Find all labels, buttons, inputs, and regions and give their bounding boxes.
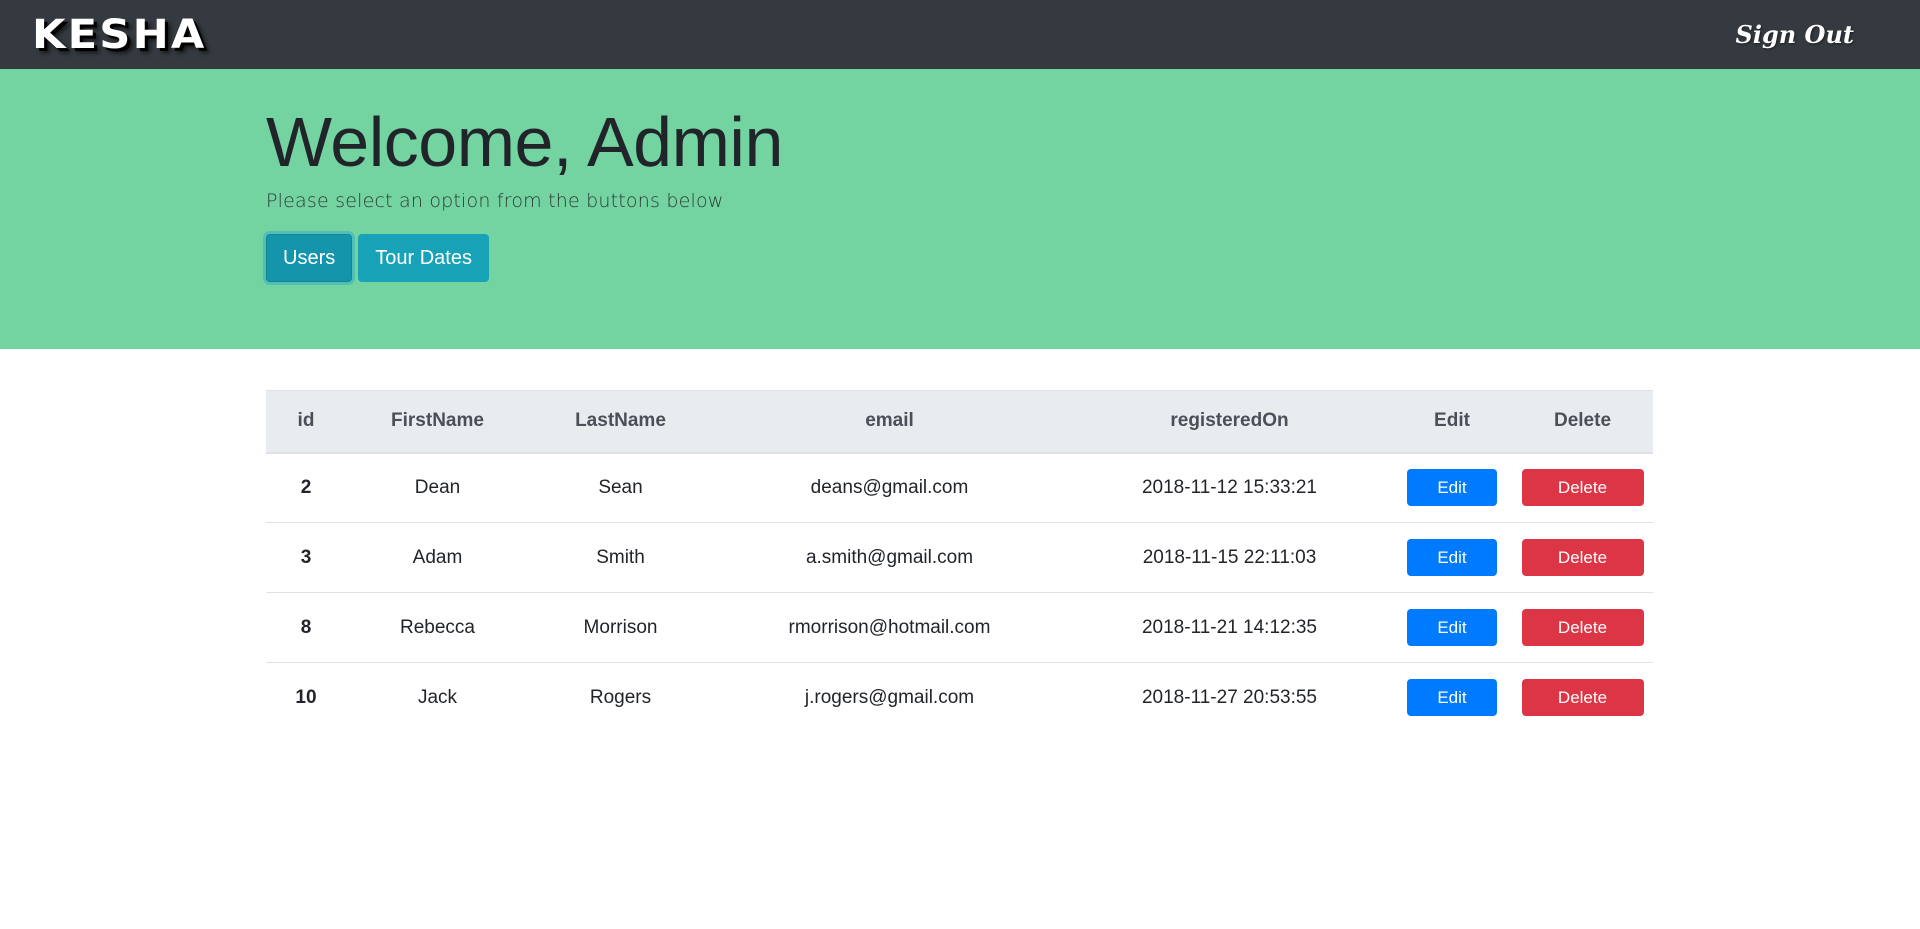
cell-registered-on: 2018-11-15 22:11:03 bbox=[1067, 522, 1392, 593]
brand-logo[interactable]: KESHA bbox=[32, 12, 206, 58]
cell-id: 8 bbox=[266, 592, 346, 663]
users-table: id FirstName LastName email registeredOn… bbox=[266, 390, 1653, 733]
cell-email: j.rogers@gmail.com bbox=[804, 686, 975, 708]
cell-id: 10 bbox=[295, 686, 317, 708]
header-delete: Delete bbox=[1512, 390, 1653, 454]
cell-firstname: Jack bbox=[417, 686, 458, 708]
cell-lastname: Smith bbox=[529, 522, 712, 593]
cell-lastname: Rogers bbox=[589, 686, 652, 708]
delete-button[interactable]: Delete bbox=[1521, 469, 1644, 507]
cell-delete: Delete bbox=[1512, 592, 1653, 663]
cell-edit: Edit bbox=[1392, 452, 1512, 523]
top-navbar: KESHA Sign Out bbox=[0, 0, 1920, 69]
header-email: email bbox=[712, 390, 1067, 454]
cell-lastname: Morrison bbox=[529, 592, 712, 663]
cell-registered-on: 2018-11-21 14:12:35 bbox=[1067, 592, 1392, 663]
cell-registered-on: 2018-11-27 20:53:55 bbox=[1141, 686, 1318, 708]
cell-registered-on: 2018-11-12 15:33:21 bbox=[1067, 452, 1392, 523]
cell-email: deans@gmail.com bbox=[712, 452, 1067, 523]
sign-out-link[interactable]: Sign Out bbox=[1736, 20, 1854, 49]
edit-button[interactable]: Edit bbox=[1407, 539, 1497, 576]
header-firstname: FirstName bbox=[346, 390, 529, 454]
delete-button[interactable]: Delete bbox=[1521, 609, 1644, 646]
edit-button[interactable]: Edit bbox=[1407, 679, 1497, 717]
table-header-row: id FirstName LastName email registeredOn… bbox=[266, 390, 1653, 454]
header-registered-on: registeredOn bbox=[1067, 390, 1392, 454]
welcome-banner: Welcome, Admin Please select an option f… bbox=[0, 69, 1920, 349]
option-buttons: Users Tour Dates bbox=[266, 234, 1920, 282]
cell-lastname: Sean bbox=[529, 452, 712, 523]
header-edit: Edit bbox=[1392, 390, 1512, 454]
cell-delete: Delete bbox=[1512, 452, 1653, 523]
edit-button[interactable]: Edit bbox=[1407, 609, 1497, 646]
cell-edit: Edit bbox=[1392, 522, 1512, 593]
cell-email: rmorrison@hotmail.com bbox=[712, 592, 1067, 663]
cell-id: 3 bbox=[266, 522, 346, 593]
cell-id: 2 bbox=[266, 452, 346, 523]
tour-dates-button[interactable]: Tour Dates bbox=[358, 234, 489, 282]
cell-firstname: Adam bbox=[346, 522, 529, 593]
page-title: Welcome, Admin bbox=[266, 103, 783, 181]
table-row: 10 Jack Rogers j.rogers@gmail.com 2018-1… bbox=[266, 663, 1653, 733]
cell-edit: Edit bbox=[1392, 592, 1512, 663]
table-row: 2 Dean Sean deans@gmail.com 2018-11-12 1… bbox=[266, 452, 1653, 523]
cell-delete: Delete bbox=[1512, 522, 1653, 593]
cell-edit: Edit bbox=[1392, 663, 1512, 733]
header-lastname: LastName bbox=[529, 390, 712, 454]
table-row: 8 Rebecca Morrison rmorrison@hotmail.com… bbox=[266, 592, 1653, 663]
edit-button[interactable]: Edit bbox=[1407, 469, 1497, 507]
page-subtitle: Please select an option from the buttons… bbox=[266, 190, 724, 212]
cell-firstname: Rebecca bbox=[346, 592, 529, 663]
cell-delete: Delete bbox=[1512, 663, 1653, 733]
cell-firstname: Dean bbox=[346, 452, 529, 523]
users-button[interactable]: Users bbox=[266, 234, 353, 282]
delete-button[interactable]: Delete bbox=[1521, 539, 1644, 576]
table-row: 3 Adam Smith a.smith@gmail.com 2018-11-1… bbox=[266, 522, 1653, 593]
delete-button[interactable]: Delete bbox=[1521, 679, 1644, 717]
header-id: id bbox=[266, 390, 346, 454]
cell-email: a.smith@gmail.com bbox=[712, 522, 1067, 593]
users-table-container: id FirstName LastName email registeredOn… bbox=[0, 349, 1920, 733]
